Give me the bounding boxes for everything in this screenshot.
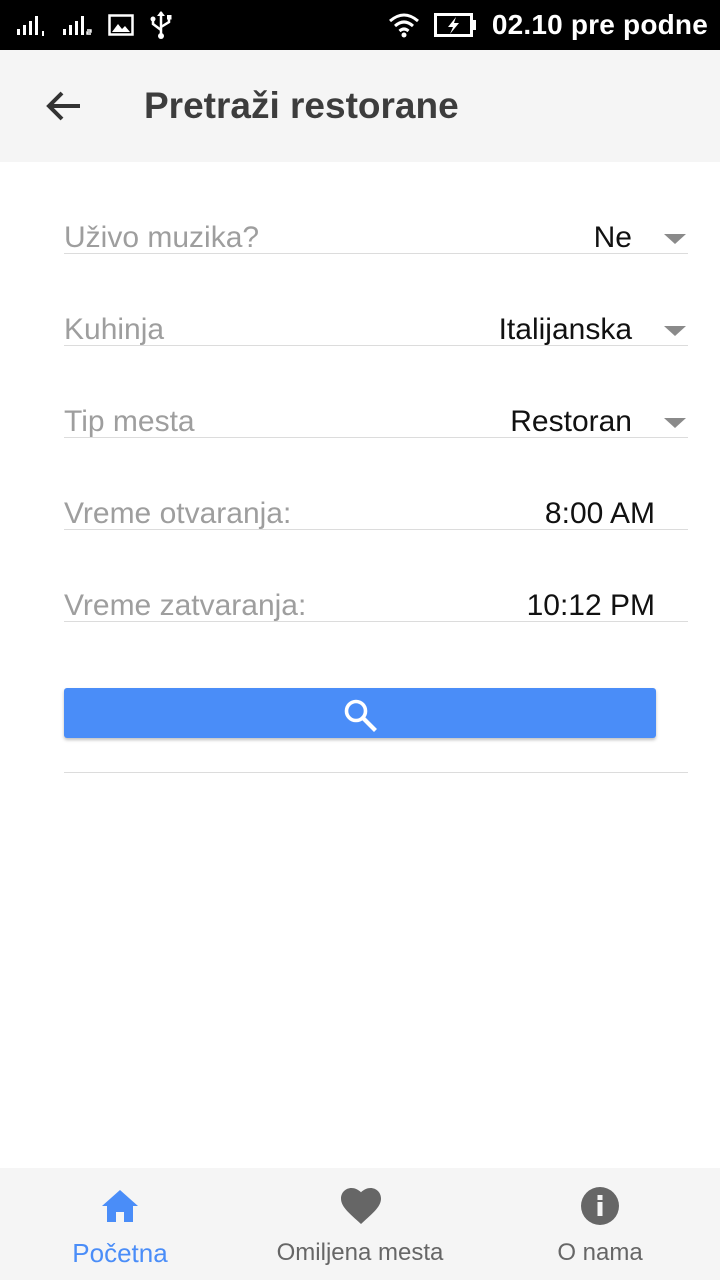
dropdown-arrow-icon[interactable] [664,326,686,336]
bottom-navigation: Početna Omiljena mesta O nama [0,1168,720,1280]
form-row-closing-time: Vreme zatvaranja: 10:12 PM [64,530,688,622]
form-row-live-music: Uživo muzika? Ne [64,162,688,254]
nav-label-about: O nama [557,1239,643,1266]
closing-time-label: Vreme zatvaranja: [64,589,307,622]
status-bar: 02.10 pre podne [0,0,720,50]
status-left-icons [16,10,174,40]
search-icon [344,699,377,732]
signal-sim1-icon [17,16,44,36]
place-type-label: Tip mesta [64,405,195,438]
page-title: Pretraži restorane [144,85,459,126]
form-row-cuisine: Kuhinja Italijanska [64,254,688,346]
home-icon [102,1190,138,1222]
dropdown-arrow-icon[interactable] [664,418,686,428]
back-button[interactable] [40,82,88,130]
wifi-icon [388,13,419,38]
opening-time-label: Vreme otvaranja: [64,497,292,530]
search-button[interactable] [64,688,656,738]
status-right-icons: 02.10 pre podne [388,8,708,42]
heart-icon [341,1188,381,1224]
image-icon [108,14,134,36]
form-row-place-type: Tip mesta Restoran [64,346,688,438]
cuisine-label: Kuhinja [64,313,165,346]
dropdown-arrow-icon[interactable] [664,234,686,244]
live-music-label: Uživo muzika? [64,221,260,254]
info-icon [581,1187,619,1225]
opening-time-picker[interactable]: 8:00 AM [545,496,655,532]
status-time: 02.10 pre podne [491,9,708,40]
form-divider [64,772,688,773]
arrow-back-icon [46,91,80,121]
app-bar: Pretraži restorane [0,50,720,162]
nav-item-favorites[interactable]: Omiljena mesta [240,1168,480,1280]
nav-label-home: Početna [72,1238,168,1268]
battery-charging-icon [433,13,476,37]
form-row-opening-time: Vreme otvaranja: 8:00 AM [64,438,688,530]
live-music-dropdown[interactable]: Ne [594,220,632,256]
place-type-dropdown[interactable]: Restoran [510,404,632,440]
nav-item-home[interactable]: Početna [0,1168,240,1280]
nav-item-about[interactable]: O nama [480,1168,720,1280]
signal-sim2-icon [63,16,92,35]
search-form: Uživo muzika? Ne Kuhinja Italijanska Tip… [64,162,688,622]
cuisine-dropdown[interactable]: Italijanska [499,312,632,348]
nav-label-favorites: Omiljena mesta [276,1239,444,1266]
usb-icon [150,11,172,39]
closing-time-picker[interactable]: 10:12 PM [527,588,655,624]
